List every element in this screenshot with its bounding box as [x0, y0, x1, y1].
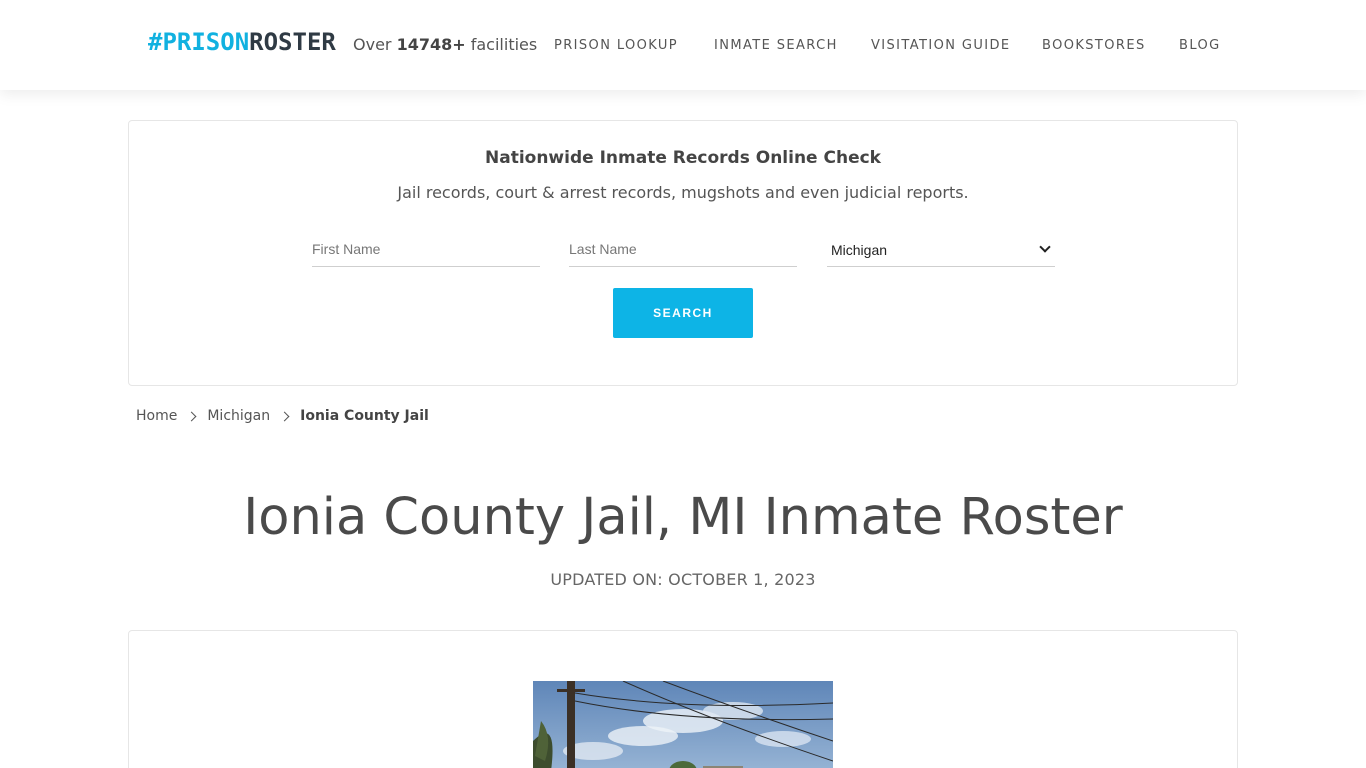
nav-visitation-guide[interactable]: VISITATION GUIDE [871, 38, 1011, 53]
facility-photo-image [533, 681, 833, 768]
facility-photo [533, 681, 833, 768]
breadcrumb-home[interactable]: Home [136, 408, 177, 424]
search-card-title: Nationwide Inmate Records Online Check [485, 148, 881, 168]
tagline-prefix: Over [353, 35, 397, 54]
state-select[interactable]: Michigan [827, 233, 1055, 267]
last-name-field [569, 233, 797, 267]
state-select-value: Michigan [831, 241, 888, 258]
chevron-right-icon [186, 411, 197, 421]
first-name-field [312, 233, 540, 267]
nav-bookstores[interactable]: BOOKSTORES [1042, 38, 1146, 53]
facility-count: 14748+ [396, 35, 466, 54]
breadcrumb-state[interactable]: Michigan [207, 408, 270, 424]
site-header: # PRISON ROSTER Over 14748+ facilities PRI… [0, 0, 1366, 90]
nav-prison-lookup[interactable]: PRISON LOOKUP [554, 38, 678, 53]
page-title: Ionia County Jail, MI Inmate Roster [243, 488, 1123, 547]
nav-inmate-search[interactable]: INMATE SEARCH [714, 38, 838, 53]
tagline-suffix: facilities [465, 35, 538, 54]
site-logo[interactable]: # PRISON ROSTER [148, 28, 336, 56]
search-card-subtitle: Jail records, court & arrest records, mu… [397, 183, 969, 202]
chevron-right-icon [279, 411, 290, 421]
facility-content-card [128, 630, 1238, 768]
updated-date: UPDATED ON: OCTOBER 1, 2023 [550, 570, 816, 589]
first-name-input[interactable] [312, 233, 540, 265]
chevron-down-icon [1039, 241, 1051, 253]
logo-prison-text: PRISON [162, 28, 250, 56]
nav-blog[interactable]: BLOG [1179, 38, 1221, 53]
search-button[interactable]: SEARCH [613, 288, 753, 338]
facility-count-tagline: Over 14748+ facilities [353, 35, 537, 54]
logo-hash: # [148, 28, 163, 56]
breadcrumb: Home Michigan Ionia County Jail [136, 408, 429, 424]
inmate-search-card: Nationwide Inmate Records Online Check J… [128, 120, 1238, 386]
breadcrumb-current: Ionia County Jail [300, 408, 429, 424]
last-name-input[interactable] [569, 233, 797, 265]
logo-roster-text: ROSTER [249, 28, 336, 56]
